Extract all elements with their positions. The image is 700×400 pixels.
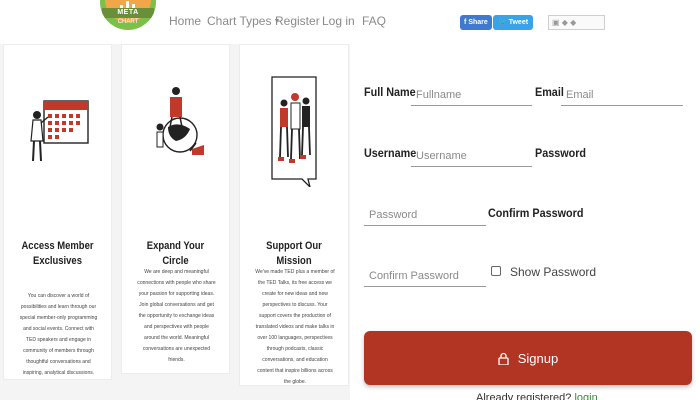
nav-home[interactable]: Home: [169, 14, 207, 28]
logo[interactable]: META CHART: [100, 0, 156, 30]
confirm-password-label: Confirm Password: [488, 206, 584, 220]
login-link[interactable]: login: [574, 392, 597, 400]
facebook-share-button[interactable]: f Share: [460, 15, 492, 30]
confirm-password-input[interactable]: [364, 261, 486, 287]
share-label: Share: [468, 19, 488, 26]
email-input[interactable]: [561, 80, 683, 106]
tweet-button[interactable]: 🐦 Tweet: [493, 15, 534, 30]
nav-faq[interactable]: FAQ: [362, 14, 386, 28]
card-support-mission: Support Our Mission We've made TED plus …: [239, 44, 349, 386]
card-description: We've made TED plus a member of the TED …: [255, 269, 335, 385]
logo-subtext: CHART: [117, 19, 139, 25]
nav-login[interactable]: Log in: [322, 14, 362, 28]
show-password-checkbox[interactable]: [491, 266, 501, 276]
facebook-icon: f: [464, 19, 467, 26]
already-registered-text: Already registered? login: [476, 392, 598, 400]
calendar-illustration-icon: [30, 100, 89, 162]
already-registered-label: Already registered?: [476, 392, 572, 400]
logo-text: META: [102, 8, 154, 18]
translate-widget[interactable]: ▣ ◆ ◆: [548, 15, 605, 30]
card-description: You can discover a world of possibilitie…: [19, 293, 98, 376]
main-nav: Home Chart Types ▼ Register Log in FAQ: [169, 14, 386, 28]
fullname-label: Full Name: [364, 85, 416, 99]
speech-bubble-people-illustration-icon: [271, 76, 317, 187]
card-title: Support Our Mission: [266, 240, 322, 267]
lock-icon: [498, 352, 509, 365]
username-label: Username: [364, 146, 417, 160]
fullname-input[interactable]: [411, 80, 532, 106]
nav-chart-types[interactable]: Chart Types ▼: [207, 14, 280, 28]
card-title: Access Member Exclusives: [21, 240, 94, 267]
card-member-exclusives: Access Member Exclusives You can discove…: [3, 44, 112, 380]
password-input[interactable]: [364, 200, 486, 226]
card-expand-circle: Expand Your Circle We are deep and meani…: [121, 44, 230, 374]
password-label: Password: [535, 146, 587, 160]
card-title: Expand Your Circle: [146, 240, 205, 267]
card-description: We are deep and meaningful connections w…: [137, 269, 216, 363]
email-label: Email: [535, 85, 564, 99]
nav-chart-types-label: Chart Types: [207, 14, 272, 28]
translate-icon: ▣ ◆ ◆: [552, 18, 577, 27]
twitter-bird-icon: 🐦: [498, 19, 507, 26]
signup-button[interactable]: Signup: [364, 331, 692, 385]
top-navbar: META CHART Home Chart Types ▼ Register Lo…: [0, 0, 700, 44]
username-input[interactable]: [411, 141, 532, 167]
tweet-label: Tweet: [508, 19, 529, 26]
nav-register[interactable]: Register: [275, 14, 322, 28]
signup-label: Signup: [517, 350, 559, 366]
show-password-label[interactable]: Show Password: [510, 265, 596, 279]
globe-people-illustration-icon: [156, 87, 204, 155]
